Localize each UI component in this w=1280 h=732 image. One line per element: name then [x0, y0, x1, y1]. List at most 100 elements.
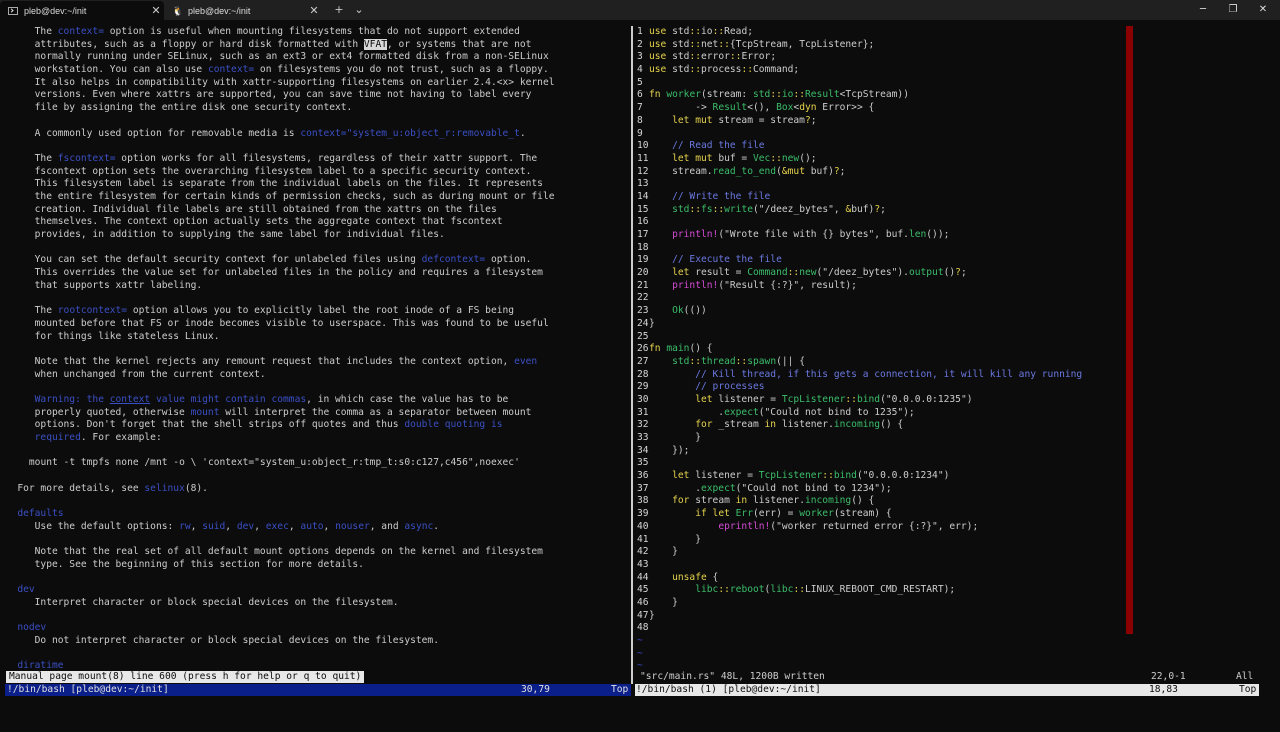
code-token: worker [799, 508, 834, 520]
vim-empty-line-tilde: ~ [637, 647, 643, 659]
man-text: nodev [17, 622, 47, 634]
code-line: 40 eprintln!("worker returned error {:?}… [637, 521, 1280, 534]
pane-scroll-position: Top [611, 684, 629, 695]
line-number: 28 [637, 368, 649, 380]
man-line: workstation. You can also use context= o… [0, 64, 628, 77]
maximize-button[interactable]: ❐ [1218, 0, 1248, 20]
code-token: :: [712, 26, 725, 37]
code-token: Vec [752, 152, 771, 164]
man-text: double quoting is [404, 419, 503, 431]
man-text: the entire filesystem for certain kinds … [34, 190, 555, 202]
man-text: suid [202, 520, 226, 532]
code-token: ("0.0.0.0:1234") [856, 470, 950, 482]
code-token: :: [689, 203, 701, 215]
man-line: that supports xattr labeling. [0, 280, 628, 293]
man-text: attributes, such as a floppy or hard dis… [34, 38, 364, 50]
line-number: 45 [637, 584, 649, 596]
code-token: :: [793, 584, 805, 596]
code-token: thread [701, 355, 736, 367]
tab-close-icon[interactable]: ✕ [148, 4, 164, 17]
code-line: 48 [637, 622, 1280, 635]
tab-terminal-1[interactable]: pleb@dev:~/init ✕ [0, 1, 164, 20]
code-token: read_to_end [712, 165, 777, 177]
code-token: TcpListener [781, 393, 846, 405]
code-token: // Execute the file [672, 254, 782, 266]
man-line [0, 470, 628, 483]
man-text: Note that the real set of all default mo… [34, 546, 543, 558]
code-line: 5 [637, 77, 1280, 90]
code-token: () { [689, 343, 713, 355]
code-line: 9 [637, 128, 1280, 141]
code-token: (|| { [776, 355, 805, 367]
new-tab-button[interactable]: + [330, 2, 348, 18]
code-token: in [764, 419, 777, 431]
code-line: 20 let result = Command::new("/deez_byte… [637, 267, 1280, 280]
minimize-button[interactable]: ─ [1188, 0, 1218, 20]
code-token: unsafe [672, 571, 707, 583]
man-line: attributes, such as a floppy or hard dis… [0, 38, 628, 52]
code-line: 24} [637, 318, 1280, 331]
code-token: for [695, 419, 713, 431]
code-token: for [672, 495, 690, 507]
man-text: workstation. You can also use [34, 64, 208, 76]
code-token: ("Could not bind to 1234"); [735, 482, 892, 494]
code-token: stream. [649, 165, 713, 177]
tab-dropdown-button[interactable]: ⌄ [350, 2, 368, 18]
man-text: for things like stateless Linux. [34, 330, 220, 342]
man-line: A commonly used option for removable med… [0, 128, 628, 141]
code-line: 21 println!("Result {:?}", result); [637, 280, 1280, 293]
code-token: Command [747, 267, 788, 279]
code-token: () [943, 267, 956, 279]
man-line: This filesystem label is separate from t… [0, 178, 628, 191]
line-number: 35 [637, 457, 649, 469]
man-text: async [404, 520, 434, 532]
man-text: fscontext= [57, 152, 116, 164]
vim-editor-pane[interactable]: 1 use std::io::Read; 2 use std::net::{TcpSt… [637, 26, 1280, 670]
man-text: option is useful when mounting filesyste… [103, 26, 520, 37]
man-line: It also helps in compatibility with xatt… [0, 77, 628, 90]
man-text: provides, in addition to supplying the s… [34, 229, 445, 240]
man-page-pane[interactable]: The context= option is useful when mount… [0, 26, 628, 670]
man-line: dev [0, 584, 628, 597]
code-token: (); [799, 152, 817, 164]
code-line: 46 } [637, 597, 1280, 610]
line-number: 29 [637, 381, 649, 393]
tab-close-icon[interactable]: ✕ [306, 4, 322, 17]
tab-label: pleb@dev:~/init [24, 5, 87, 16]
code-token: let [672, 470, 690, 482]
man-text: context= [207, 64, 255, 76]
code-token: }); [649, 444, 690, 456]
code-token: use [649, 38, 667, 50]
man-line: normally running under SELinux, such as … [0, 51, 628, 64]
man-line: Note that the real set of all default mo… [0, 546, 628, 559]
code-token: :: [712, 203, 725, 215]
code-line: 2 use std::net::{TcpStream, TcpListener}; [637, 39, 1280, 52]
code-token: std [666, 64, 690, 76]
code-token: std [672, 203, 690, 215]
window-close-button[interactable]: ✕ [1248, 0, 1278, 20]
man-line: Use the default options: rw, suid, dev , … [0, 521, 628, 534]
man-text: , and [369, 520, 405, 532]
man-line: when unchanged from the current context. [0, 369, 628, 382]
man-text: This filesystem label is separate from t… [34, 178, 543, 190]
code-token: :: [787, 267, 800, 279]
line-number: 14 [637, 190, 649, 202]
code-token: :: [718, 584, 730, 596]
tab-terminal-2[interactable]: 🐧 pleb@dev:~/init ✕ [164, 1, 322, 20]
man-line: creation. Individual file labels are sti… [0, 204, 628, 217]
pane-divider[interactable] [631, 26, 633, 684]
code-token: std [666, 51, 690, 63]
code-token: _stream [712, 419, 765, 431]
man-text: file by assigning the entire disk one se… [34, 102, 353, 114]
vim-message-line: "src/main.rs" 48L, 1200B written [640, 671, 825, 682]
man-text: The [34, 152, 58, 164]
code-line: 45 libc::reboot(libc::LINUX_REBOOT_CMD_R… [637, 584, 1280, 597]
code-token: } [649, 546, 678, 558]
man-text: , [225, 520, 237, 532]
code-line: 15 std::fs::write("/deez_bytes", &buf)?; [637, 204, 1280, 217]
man-line [0, 343, 628, 356]
code-token: :: [770, 89, 782, 101]
